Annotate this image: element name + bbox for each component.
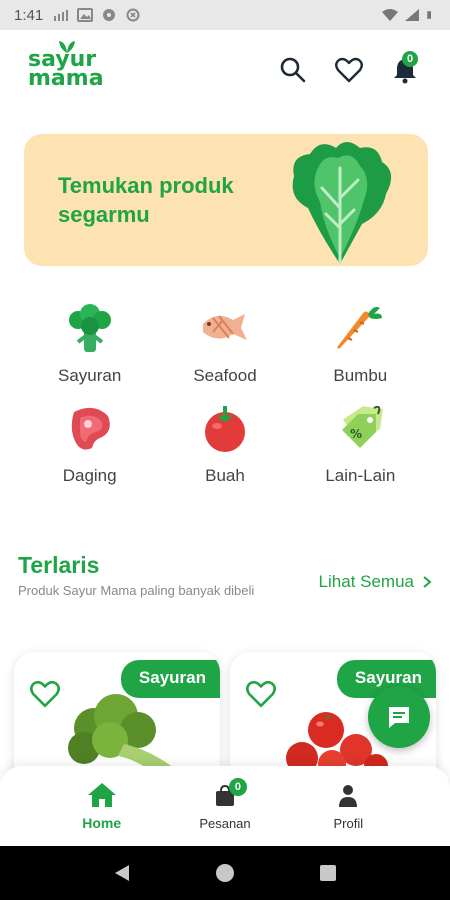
category-buah[interactable]: Buah — [157, 400, 292, 486]
app-header: sayur mama 0 — [0, 30, 450, 110]
svg-text:%: % — [350, 427, 362, 441]
nav-orders[interactable]: 0 Pesanan — [180, 777, 270, 831]
category-label: Sayuran — [58, 366, 122, 385]
promo-banner[interactable]: Temukan produk segarmu — [24, 134, 428, 266]
cell-signal-icon — [405, 9, 419, 21]
category-lain-lain[interactable]: % Lain-Lain — [293, 400, 428, 486]
broccoli-icon — [62, 300, 118, 356]
battery-icon — [427, 11, 431, 19]
wishlist-button[interactable] — [332, 53, 366, 87]
back-triangle-icon — [114, 865, 129, 881]
nav-home[interactable]: Home — [57, 781, 147, 831]
nav-label: Profil — [333, 815, 364, 831]
category-seafood[interactable]: Seafood — [157, 300, 292, 386]
discount-tag-icon: % — [332, 400, 388, 456]
home-circle-icon — [215, 864, 234, 882]
lettuce-illustration — [292, 142, 392, 264]
home-system-button[interactable] — [205, 853, 245, 893]
header-actions: 0 — [276, 51, 422, 87]
nav-label: Home — [82, 815, 122, 831]
image-icon — [77, 8, 94, 22]
chat-button[interactable] — [368, 686, 430, 748]
category-sayuran[interactable]: Sayuran — [22, 300, 157, 386]
nav-icon-wrap: 0 — [213, 777, 247, 810]
app-notification-icon — [103, 9, 116, 21]
notification-badge: 0 — [402, 51, 418, 67]
see-all-link[interactable]: Lihat Semua — [319, 572, 432, 592]
see-all-label: Lihat Semua — [318, 572, 414, 591]
sync-icon — [126, 8, 140, 22]
category-label: Daging — [62, 466, 117, 485]
broccoli-image — [68, 694, 174, 774]
section-subtitle: Produk Sayur Mama paling banyak dibeli — [18, 583, 255, 598]
recents-square-icon — [320, 865, 337, 881]
nav-icon-wrap — [87, 781, 117, 809]
category-label: Seafood — [193, 366, 257, 385]
carrot-icon — [332, 300, 388, 356]
heart-outline-icon — [335, 57, 363, 83]
chevron-right-icon — [423, 576, 432, 588]
product-category-badge: Sayuran — [120, 660, 220, 698]
leaf-icon — [59, 41, 75, 54]
logo-text-line2: mama — [28, 66, 104, 91]
category-label: Lain-Lain — [325, 466, 396, 485]
nav-label: Pesanan — [199, 815, 251, 831]
search-icon — [280, 57, 306, 83]
nav-icon-wrap — [338, 782, 358, 810]
recents-button[interactable] — [308, 853, 348, 893]
category-bumbu[interactable]: Bumbu — [293, 300, 428, 386]
best-seller-header: Terlaris Produk Sayur Mama paling banyak… — [18, 552, 432, 599]
home-icon — [87, 783, 116, 807]
tomato-icon — [197, 400, 253, 456]
search-button[interactable] — [276, 53, 310, 87]
category-daging[interactable]: Daging — [22, 400, 157, 486]
category-label: Bumbu — [333, 366, 388, 385]
orders-badge: 0 — [228, 777, 247, 796]
sayur-mama-logo[interactable]: sayur mama — [28, 41, 104, 91]
system-navigation-bar — [0, 846, 450, 900]
category-grid: Sayuran Seafood Bumbu Daging Buah % Lain… — [0, 300, 450, 486]
back-button[interactable] — [102, 853, 142, 893]
status-system-icons — [382, 8, 436, 22]
meat-icon — [62, 400, 118, 456]
chat-icon — [389, 707, 409, 728]
status-bar: 1:41 — [0, 0, 450, 30]
notification-button[interactable]: 0 — [388, 51, 422, 87]
user-icon — [339, 784, 358, 807]
status-notification-icons — [53, 8, 141, 22]
signal-bars-icon — [54, 10, 69, 21]
bottom-navigation: Home 0 Pesanan Profil — [0, 766, 450, 846]
category-label: Buah — [205, 466, 245, 485]
fish-icon — [197, 300, 253, 356]
wifi-icon — [382, 9, 398, 21]
nav-profile[interactable]: Profil — [303, 782, 393, 831]
status-time: 1:41 — [14, 6, 44, 24]
banner-text: Temukan produk segarmu — [58, 173, 234, 227]
